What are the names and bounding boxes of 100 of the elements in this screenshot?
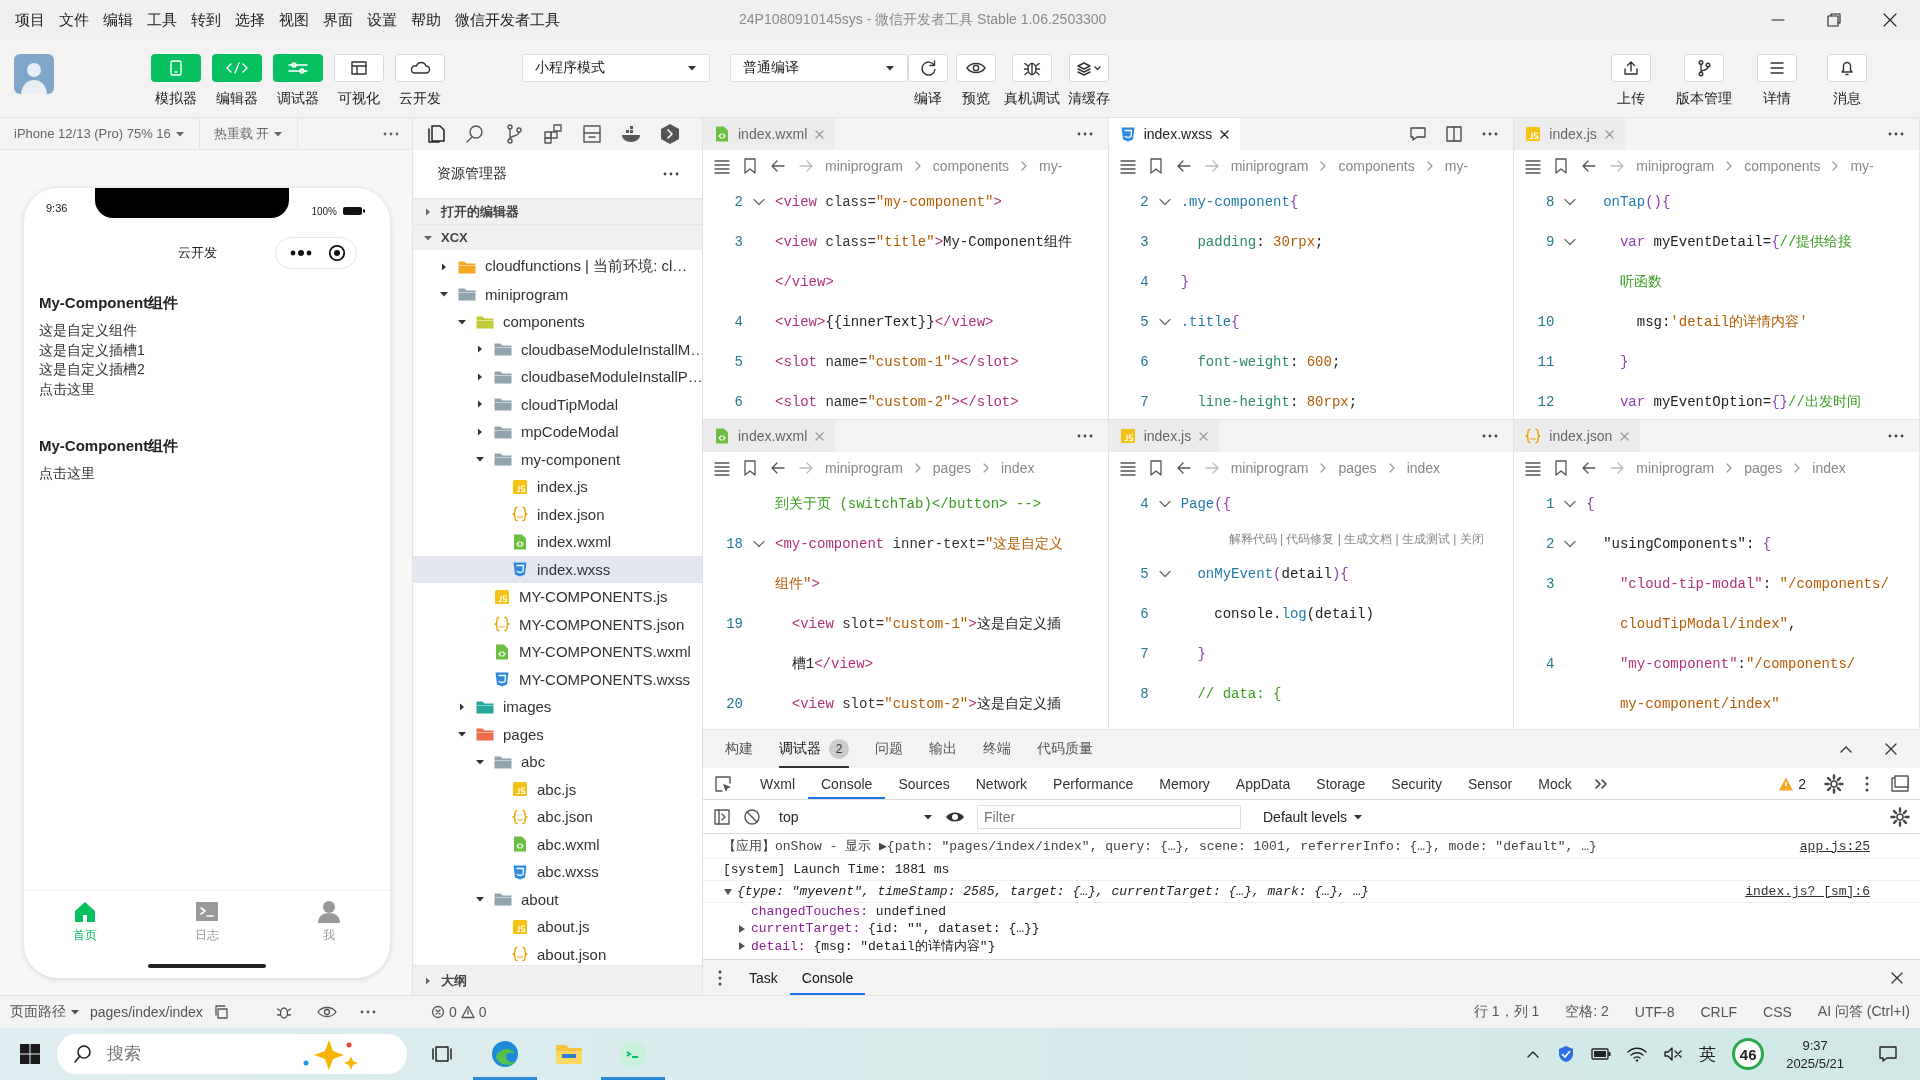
tree-item[interactable]: miniprogram — [413, 280, 702, 308]
tree-item[interactable]: MY-COMPONENTS.json — [413, 610, 702, 638]
source-link[interactable]: index.js? [sm]:6 — [1745, 884, 1870, 899]
drawer-tab[interactable]: Console — [789, 960, 866, 995]
devtools-tab[interactable]: Wxml — [747, 768, 808, 799]
devtools-tab[interactable]: Security — [1378, 768, 1455, 799]
devtools-tab[interactable]: Sensor — [1454, 768, 1526, 799]
menu-item[interactable]: 文件 — [52, 10, 96, 30]
devtools-tab[interactable]: Performance — [1040, 768, 1147, 799]
tree-item[interactable]: index.json — [413, 500, 702, 528]
status-item[interactable]: CSS — [1763, 1003, 1792, 1021]
fold-icon[interactable] — [1158, 316, 1171, 328]
tree-item[interactable]: abc.json — [413, 803, 702, 831]
hexagon-icon[interactable] — [659, 123, 681, 145]
more-icon[interactable] — [289, 249, 312, 257]
battery-icon[interactable] — [1591, 1047, 1612, 1061]
tree-item[interactable]: about — [413, 885, 702, 913]
tree-item[interactable]: about.js — [413, 913, 702, 941]
panel-tab[interactable]: 调试器 2 — [779, 730, 849, 768]
inspect-icon[interactable] — [713, 773, 733, 794]
menu-item[interactable]: 选择 — [228, 10, 272, 30]
list-icon[interactable] — [1118, 459, 1137, 477]
panel-tab[interactable]: 输出 — [929, 730, 957, 768]
comment-icon[interactable] — [1409, 125, 1428, 143]
tree-item[interactable]: abc — [413, 748, 702, 776]
menu-item[interactable]: 设置 — [360, 10, 404, 30]
windows-logo-icon[interactable] — [19, 1043, 41, 1065]
page-path-dropdown[interactable]: 页面路径 — [10, 1003, 80, 1021]
breadcrumb-item[interactable]: my- — [1850, 158, 1874, 174]
status-item[interactable]: 空格: 2 — [1565, 1003, 1609, 1021]
breadcrumb-item[interactable]: components — [1338, 158, 1415, 174]
extensions-icon[interactable] — [542, 123, 564, 145]
view-toggle-button[interactable]: 可视化 — [334, 54, 384, 108]
settings-icon[interactable] — [1824, 773, 1844, 794]
list-icon[interactable] — [1524, 157, 1543, 175]
menu-item[interactable]: 界面 — [316, 10, 360, 30]
speaker-icon[interactable] — [1663, 1046, 1684, 1062]
task-view-icon[interactable] — [431, 1043, 453, 1065]
search-bar[interactable]: 搜索 — [57, 1034, 407, 1074]
filter-field[interactable]: Filter — [977, 804, 1241, 829]
menu-item[interactable]: 帮助 — [404, 10, 448, 30]
devtools-tab[interactable]: Mock — [1525, 768, 1585, 799]
breadcrumb-item[interactable]: pages — [932, 460, 971, 476]
breadcrumb-item[interactable]: miniprogram — [825, 158, 903, 174]
panel-tab[interactable]: 终端 — [983, 730, 1011, 768]
list-icon[interactable] — [1118, 157, 1137, 175]
toolbar-button[interactable]: 上传 — [1606, 54, 1656, 108]
menu-item[interactable]: 转到 — [184, 10, 228, 30]
settings-icon[interactable] — [1890, 806, 1910, 827]
list-icon[interactable] — [1524, 459, 1543, 477]
menu-item[interactable]: 编辑 — [96, 10, 140, 30]
view-toggle-button[interactable]: 云开发 — [395, 54, 445, 108]
breadcrumb-item[interactable]: index — [1812, 460, 1846, 476]
fold-icon[interactable] — [1564, 236, 1577, 248]
tree-item[interactable]: MY-COMPONENTS.js — [413, 583, 702, 611]
tree-item[interactable]: images — [413, 693, 702, 721]
list-icon[interactable] — [713, 157, 731, 175]
tree-item[interactable]: abc.js — [413, 775, 702, 803]
toolbar-button[interactable]: 详情 — [1752, 54, 1802, 108]
code-lens[interactable]: 解释代码 | 代码修复 | 生成文档 | 生成测试 | 关闭 — [1228, 530, 1484, 548]
clear-icon[interactable] — [743, 807, 761, 826]
view-toggle-button[interactable]: 模拟器 — [151, 54, 201, 108]
tree-item[interactable]: cloudbaseModuleInstallP… — [413, 363, 702, 391]
tree-item[interactable]: index.wxss — [413, 555, 702, 583]
panel-icon[interactable] — [581, 123, 603, 145]
source-link[interactable]: app.js:25 — [1799, 838, 1870, 854]
editor-tab[interactable]: index.js — [1108, 420, 1220, 452]
tree-item[interactable]: MY-COMPONENTS.wxss — [413, 665, 702, 693]
devtools-tab[interactable]: Console — [808, 768, 886, 799]
section-header[interactable]: 打开的编辑器 — [413, 198, 702, 224]
maximize-icon[interactable] — [1826, 12, 1842, 28]
toolbar-button[interactable]: 清缓存 — [1068, 54, 1110, 108]
breadcrumb-item[interactable]: miniprogram — [825, 460, 903, 476]
menu-item[interactable]: 视图 — [272, 10, 316, 30]
breadcrumb-item[interactable]: components — [932, 158, 1010, 174]
tree-item[interactable]: abc.wxss — [413, 858, 702, 886]
context-dropdown[interactable]: top — [773, 808, 933, 825]
fold-icon[interactable] — [1564, 196, 1577, 208]
tree-item[interactable]: pages — [413, 720, 702, 748]
toolbar-button[interactable]: 消息 — [1822, 54, 1872, 108]
bookmark-icon[interactable] — [741, 459, 759, 477]
shield-icon[interactable] — [1557, 1045, 1576, 1063]
breadcrumb-item[interactable]: index — [1406, 460, 1441, 476]
section-header[interactable]: 大纲 — [413, 965, 702, 995]
whale-icon[interactable] — [620, 123, 642, 145]
mode-dropdown[interactable]: 小程序模式 — [522, 54, 710, 82]
breadcrumb-item[interactable]: my- — [1039, 158, 1063, 174]
search-field[interactable]: 搜索 — [105, 1043, 285, 1065]
view-toggle-button[interactable]: 编辑器 — [212, 54, 262, 108]
breadcrumb-item[interactable]: my- — [1444, 158, 1469, 174]
editor-tab[interactable]: index.wxss — [1108, 118, 1241, 150]
editor-tab[interactable]: index.json — [1514, 420, 1641, 452]
section-header[interactable]: XCX — [413, 224, 702, 250]
fold-icon[interactable] — [1564, 538, 1577, 550]
toggle-icon[interactable] — [737, 923, 747, 934]
devtools-tab[interactable]: AppData — [1222, 768, 1304, 799]
hot-reload-dropdown[interactable]: 热重载 开 — [199, 118, 299, 149]
fold-icon[interactable] — [753, 538, 765, 550]
fold-icon[interactable] — [753, 196, 765, 208]
devtools-tab[interactable]: Sources — [885, 768, 963, 799]
